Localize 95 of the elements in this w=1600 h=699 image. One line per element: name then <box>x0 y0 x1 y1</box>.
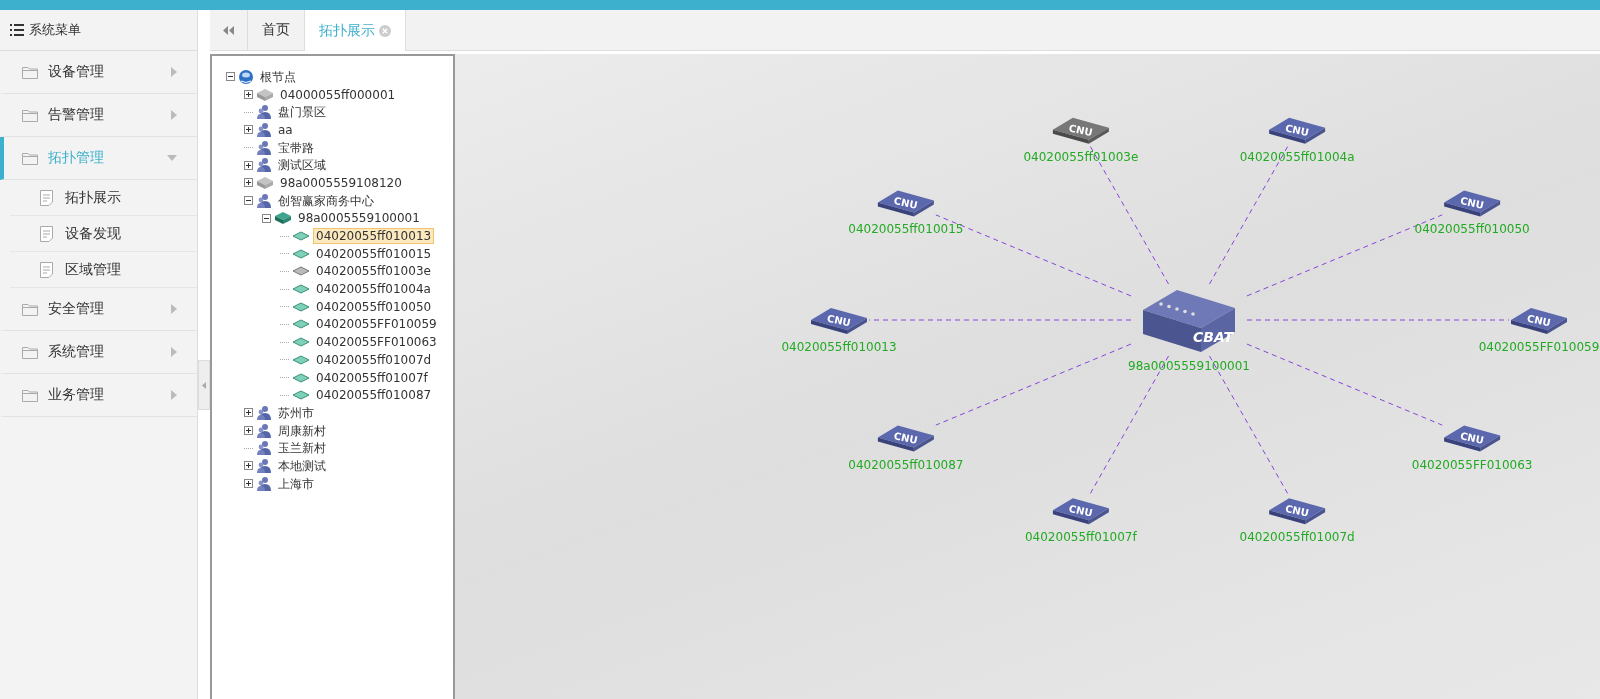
tree-item[interactable]: 根节点 <box>257 68 299 85</box>
tree-item[interactable]: 04020055ff01004a <box>313 281 434 298</box>
tree-item[interactable]: 上海市 <box>275 475 317 492</box>
cbat-device-icon <box>1143 290 1235 352</box>
tree-item[interactable]: 04020055ff010013 <box>313 228 435 245</box>
user-group-icon <box>256 440 272 457</box>
tree-item[interactable]: 04020055ff010087 <box>313 387 435 404</box>
menu-item[interactable]: 告警管理 <box>0 94 197 137</box>
tree-item[interactable]: 04020055FF010063 <box>313 334 440 351</box>
tree-item[interactable]: 盘门景区 <box>275 104 329 121</box>
collapse-icon[interactable] <box>226 72 235 82</box>
device-type-label: CNU <box>1284 122 1310 139</box>
tree-item[interactable]: 玉兰新村 <box>275 440 329 457</box>
menu-item[interactable]: 业务管理 <box>0 374 197 417</box>
device-type-label: CNU <box>1067 502 1094 519</box>
tree-item[interactable]: 98a0005559108120 <box>277 174 405 191</box>
caret-right-icon <box>171 304 177 314</box>
collapse-icon[interactable] <box>262 213 271 223</box>
tree-item[interactable]: 04020055ff010050 <box>313 298 435 315</box>
submenu-item[interactable]: 拓扑展示 <box>10 180 197 216</box>
folder-icon <box>22 302 38 316</box>
user-group-icon <box>256 157 272 174</box>
expand-icon[interactable] <box>244 160 253 170</box>
device-type-label: CNU <box>1067 122 1094 139</box>
expand-icon[interactable] <box>244 479 253 489</box>
caret-right-icon <box>171 390 177 400</box>
device-type-label: CNU <box>1526 312 1552 329</box>
user-group-icon <box>256 121 272 138</box>
user-group-icon <box>256 404 272 421</box>
folder-icon <box>22 388 38 402</box>
tree-item[interactable]: 苏州市 <box>275 404 317 421</box>
tree-item[interactable]: 本地测试 <box>275 457 329 474</box>
tree-item[interactable]: 周康新村 <box>275 422 329 439</box>
caret-down-icon <box>167 155 177 161</box>
device-type-label: CNU <box>892 195 919 211</box>
cnu-device-icon[interactable] <box>1444 190 1501 217</box>
device-type-label: CNU <box>826 312 852 329</box>
cnu-device-icon[interactable] <box>1269 498 1326 525</box>
expand-icon[interactable] <box>244 461 253 471</box>
expand-icon[interactable] <box>244 408 253 418</box>
user-group-icon <box>256 475 272 492</box>
device-type-label: CNU <box>1459 195 1485 211</box>
tree-item[interactable]: 04000055ff000001 <box>277 86 399 103</box>
tree-item[interactable]: 04020055ff01003e <box>313 263 434 280</box>
device-type-label: CNU <box>1284 502 1310 519</box>
tree-item[interactable]: 宝带路 <box>275 139 317 156</box>
tree-item[interactable]: 98a0005559100001 <box>295 210 423 227</box>
tree-item[interactable]: 04020055ff01007f <box>313 369 431 386</box>
cnu-device-icon[interactable] <box>811 308 867 334</box>
tree-item[interactable]: aa <box>275 121 296 138</box>
user-group-icon <box>256 422 272 439</box>
menu-item[interactable]: 安全管理 <box>0 288 197 331</box>
expand-icon[interactable] <box>244 90 253 100</box>
cnu-device-icon[interactable] <box>1052 117 1109 144</box>
menu-icon <box>10 24 24 36</box>
tree-item[interactable]: 创智赢家商务中心 <box>275 192 377 209</box>
folder-icon <box>22 151 38 165</box>
cnu-device-icon[interactable] <box>1269 117 1326 144</box>
cnu-device-icon[interactable] <box>877 190 934 217</box>
folder-icon <box>22 345 38 359</box>
expand-icon[interactable] <box>244 125 253 135</box>
collapse-icon[interactable] <box>244 196 253 206</box>
tree-item[interactable]: 04020055ff010015 <box>313 245 435 262</box>
collapse-handle[interactable] <box>198 360 210 410</box>
tree-item[interactable]: 测试区域 <box>275 157 329 174</box>
cnu-device-icon[interactable] <box>1052 498 1109 525</box>
menu-item[interactable]: 设备管理 <box>0 51 197 94</box>
user-group-icon <box>256 104 272 121</box>
expand-icon[interactable] <box>244 178 253 188</box>
user-group-icon <box>256 139 272 156</box>
submenu-item[interactable]: 区域管理 <box>10 252 197 288</box>
menu-item[interactable]: 系统管理 <box>0 331 197 374</box>
cnu-device-icon[interactable] <box>1444 425 1501 452</box>
user-group-icon <box>256 192 272 209</box>
tree-item[interactable]: 04020055ff01007d <box>313 351 435 368</box>
device-type-label: CNU <box>892 430 919 446</box>
caret-right-icon <box>171 347 177 357</box>
document-icon <box>40 225 53 242</box>
cnu-device-icon[interactable] <box>877 425 934 452</box>
device-type-label: CNU <box>1459 430 1485 446</box>
cnu-device-icon[interactable] <box>1511 308 1567 334</box>
sidebar-title: 系统菜单 <box>29 21 81 39</box>
caret-right-icon <box>171 110 177 120</box>
document-icon <box>40 189 53 206</box>
folder-icon <box>22 108 38 122</box>
globe-icon <box>238 68 254 85</box>
document-icon <box>40 261 53 278</box>
user-group-icon <box>256 457 272 474</box>
caret-left-icon <box>202 381 206 389</box>
tree-item[interactable]: 04020055FF010059 <box>313 316 440 333</box>
folder-icon <box>22 65 38 79</box>
double-arrow-left-icon <box>223 25 234 35</box>
submenu-item[interactable]: 设备发现 <box>10 216 197 252</box>
caret-right-icon <box>171 67 177 77</box>
expand-icon[interactable] <box>244 426 253 436</box>
